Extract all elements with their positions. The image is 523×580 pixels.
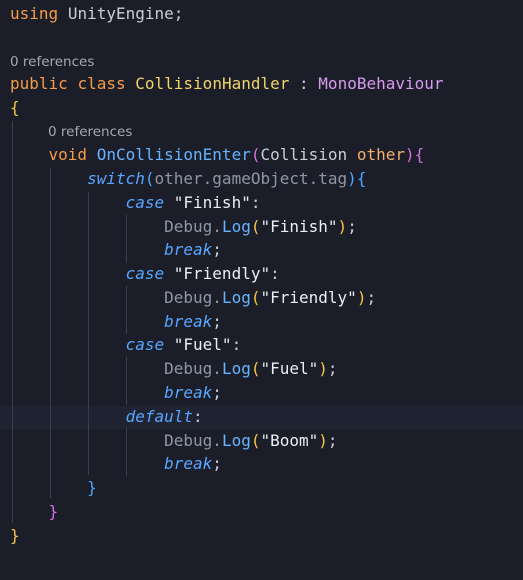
punct: :	[193, 407, 203, 426]
punct: :	[250, 193, 261, 212]
keyword-case: case	[125, 335, 165, 354]
keyword-case: case	[125, 193, 165, 212]
param-type: Collision	[260, 145, 348, 164]
code-line-log[interactable]: Debug.Log("Fuel");	[10, 357, 523, 381]
param-name: other	[356, 145, 405, 164]
brace: }	[87, 478, 97, 497]
paren: )	[404, 145, 415, 164]
punct: .	[212, 431, 222, 450]
codelens-references[interactable]: 0 references	[48, 122, 132, 142]
brace: {	[10, 98, 20, 117]
paren: )	[318, 359, 328, 378]
punct: ;	[327, 431, 338, 450]
punct: :	[231, 335, 242, 354]
punct: ;	[366, 288, 377, 307]
keyword-break: break	[164, 454, 213, 473]
paren: )	[337, 217, 348, 236]
keyword-break: break	[164, 240, 213, 259]
punct: .	[212, 217, 222, 236]
codelens-references[interactable]: 0 references	[10, 52, 94, 72]
code-line-log[interactable]: Debug.Log("Boom");	[10, 429, 523, 453]
code-line-using[interactable]: using UnityEngine;	[10, 2, 523, 26]
debug-class: Debug	[164, 217, 213, 236]
keyword-class: class	[77, 74, 126, 93]
code-line-break[interactable]: break;	[10, 381, 523, 405]
debug-class: Debug	[164, 431, 213, 450]
paren: )	[318, 431, 328, 450]
class-name: CollisionHandler	[135, 74, 290, 93]
keyword-break: break	[164, 383, 213, 402]
keyword-case: case	[125, 264, 165, 283]
log-method: Log	[221, 217, 251, 236]
string-literal: "Fuel"	[173, 335, 232, 354]
string-literal: "Finish"	[260, 217, 338, 236]
punct: ;	[212, 240, 222, 259]
code-editor[interactable]: using UnityEngine; 0 references public c…	[0, 0, 523, 580]
log-method: Log	[221, 288, 251, 307]
keyword-break: break	[164, 312, 213, 331]
code-line-method-close[interactable]: }	[10, 500, 523, 524]
punct: .	[212, 359, 222, 378]
string-literal: "Friendly"	[260, 288, 357, 307]
code-line-default[interactable]: default:	[10, 405, 523, 429]
code-line-case-finish[interactable]: case "Finish":	[10, 191, 523, 215]
keyword-public: public	[10, 74, 68, 93]
code-line-switch[interactable]: switch(other.gameObject.tag){	[10, 167, 523, 191]
code-line-method[interactable]: void OnCollisionEnter(Collision other){	[10, 143, 523, 167]
punct: :	[299, 74, 309, 93]
keyword-void: void	[48, 145, 88, 164]
brace: {	[356, 169, 367, 188]
namespace-name: UnityEngine	[67, 4, 174, 23]
debug-class: Debug	[164, 359, 213, 378]
paren: )	[347, 169, 357, 188]
keyword-using: using	[10, 4, 59, 23]
punct: ;	[212, 312, 222, 331]
brace: {	[414, 145, 425, 164]
code-line-case-friendly[interactable]: case "Friendly":	[10, 262, 523, 286]
string-literal: "Finish"	[173, 193, 251, 212]
code-line-break[interactable]: break;	[10, 452, 523, 476]
brace: }	[10, 526, 20, 545]
punct: .	[212, 288, 222, 307]
keyword-default: default	[125, 407, 194, 426]
code-line-case-fuel[interactable]: case "Fuel":	[10, 333, 523, 357]
method-name: OnCollisionEnter	[96, 145, 251, 164]
code-line-class-close[interactable]: }	[10, 524, 523, 548]
code-line-switch-close[interactable]: }	[10, 476, 523, 500]
punct: ;	[212, 383, 222, 402]
code-line-log[interactable]: Debug.Log("Friendly");	[10, 286, 523, 310]
brace: }	[48, 502, 59, 521]
log-method: Log	[221, 431, 251, 450]
code-line-class[interactable]: public class CollisionHandler : MonoBeha…	[10, 72, 523, 96]
keyword-switch: switch	[87, 169, 145, 188]
punct: ;	[212, 454, 222, 473]
log-method: Log	[221, 359, 251, 378]
paren: )	[356, 288, 367, 307]
code-line-break[interactable]: break;	[10, 310, 523, 334]
code-line-break[interactable]: break;	[10, 238, 523, 262]
punct: ;	[173, 4, 184, 23]
base-class-name: MonoBehaviour	[318, 74, 444, 93]
code-line-log[interactable]: Debug.Log("Finish");	[10, 215, 523, 239]
code-line-class-open[interactable]: {	[10, 96, 523, 120]
punct: :	[270, 264, 280, 283]
debug-class: Debug	[164, 288, 213, 307]
string-literal: "Boom"	[260, 431, 319, 450]
string-literal: "Fuel"	[260, 359, 319, 378]
switch-expression: other.gameObject.tag	[154, 169, 348, 188]
punct: ;	[327, 359, 338, 378]
punct: ;	[347, 217, 357, 236]
string-literal: "Friendly"	[173, 264, 271, 283]
paren: (	[144, 169, 155, 188]
